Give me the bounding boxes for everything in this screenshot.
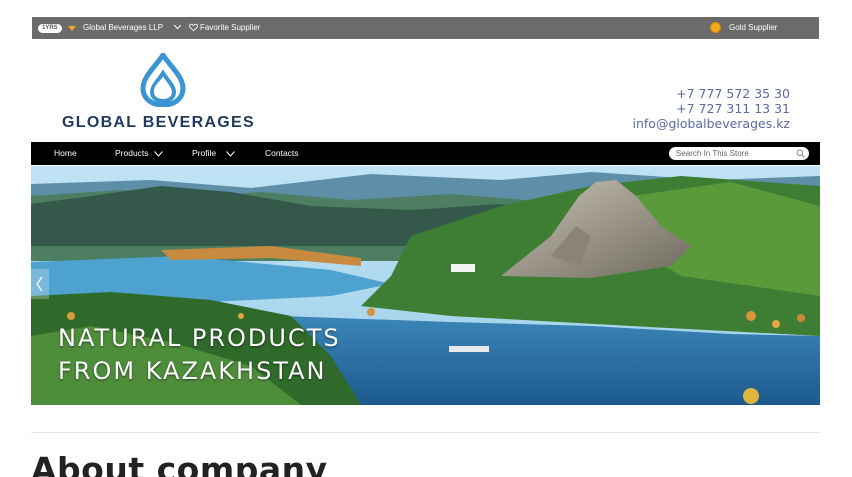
years-badge: 1YRS [38,24,62,33]
hero-caption: NATURAL PRODUCTS FROM KAZAKHSTAN [58,322,341,388]
chevron-down-icon [226,150,236,157]
email-link[interactable]: info@globalbeverages.kz [633,116,791,131]
phone-1[interactable]: +7 777 572 35 30 [633,86,790,101]
nav-item-contacts[interactable]: Contacts [265,148,299,158]
nav-item-profile[interactable]: Profile [192,148,236,158]
nav-item-home[interactable]: Home [54,148,77,158]
search-input[interactable] [676,148,786,159]
nav-item-products[interactable]: Products [115,148,163,158]
store-search [669,147,809,160]
hero-banner: NATURAL PRODUCTS FROM KAZAKHSTAN [31,166,820,405]
chevron-left-icon [36,276,43,292]
heart-icon[interactable] [189,23,198,32]
nav-item-label: Profile [192,148,217,158]
nav-item-label: Products [115,148,149,158]
favorite-supplier-link[interactable]: Favorite Supplier [200,23,260,32]
section-divider [31,432,820,433]
company-name-link[interactable]: Global Beverages LLP [83,23,163,32]
about-heading: About company [31,450,328,477]
slider-prev-button[interactable] [31,269,49,299]
phone-2[interactable]: +7 727 311 13 31 [633,101,790,116]
logo-text[interactable]: GLOBAL BEVERAGES [62,114,255,132]
search-icon[interactable] [796,149,805,158]
medal-icon [68,26,76,31]
nav-item-label: Home [54,148,77,158]
hero-caption-line-2: FROM KAZAKHSTAN [58,357,327,385]
nav-item-label: Contacts [265,148,299,158]
gold-supplier-label[interactable]: Gold Supplier [729,23,777,32]
chevron-down-icon[interactable] [173,22,182,31]
chevron-down-icon [154,150,163,157]
logo-drop-icon[interactable] [137,53,189,107]
gold-supplier-icon [710,22,721,33]
main-nav: Home Products Profile Contacts [31,142,820,165]
contact-info: +7 777 572 35 30 +7 727 311 13 31 info@g… [633,86,791,131]
supplier-topbar: 1YRS Global Beverages LLP Favorite Suppl… [32,17,819,39]
hero-caption-line-1: NATURAL PRODUCTS [58,324,341,352]
